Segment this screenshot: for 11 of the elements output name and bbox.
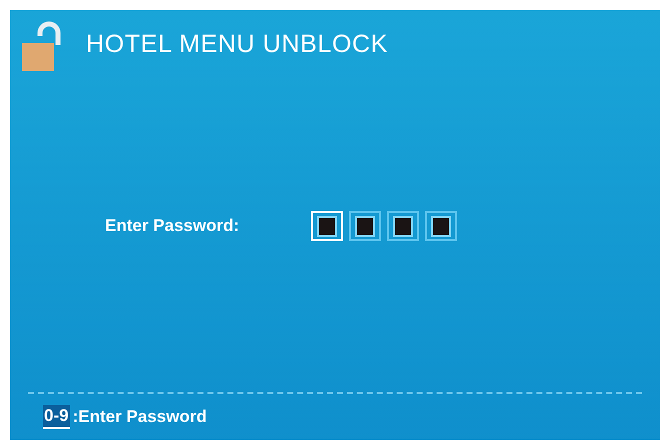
masked-digit xyxy=(433,218,450,234)
hint-text: :Enter Password xyxy=(72,406,207,428)
password-digit-box[interactable] xyxy=(387,211,420,241)
screen-title: HOTEL MENU UNBLOCK xyxy=(86,29,388,60)
key-hint: 0-9 xyxy=(43,405,70,429)
password-label: Enter Password: xyxy=(105,215,240,238)
masked-digit xyxy=(319,218,336,234)
password-digit-box[interactable] xyxy=(425,211,458,241)
password-digit-box[interactable] xyxy=(349,211,382,241)
masked-digit xyxy=(357,218,374,234)
masked-digit xyxy=(395,218,412,234)
